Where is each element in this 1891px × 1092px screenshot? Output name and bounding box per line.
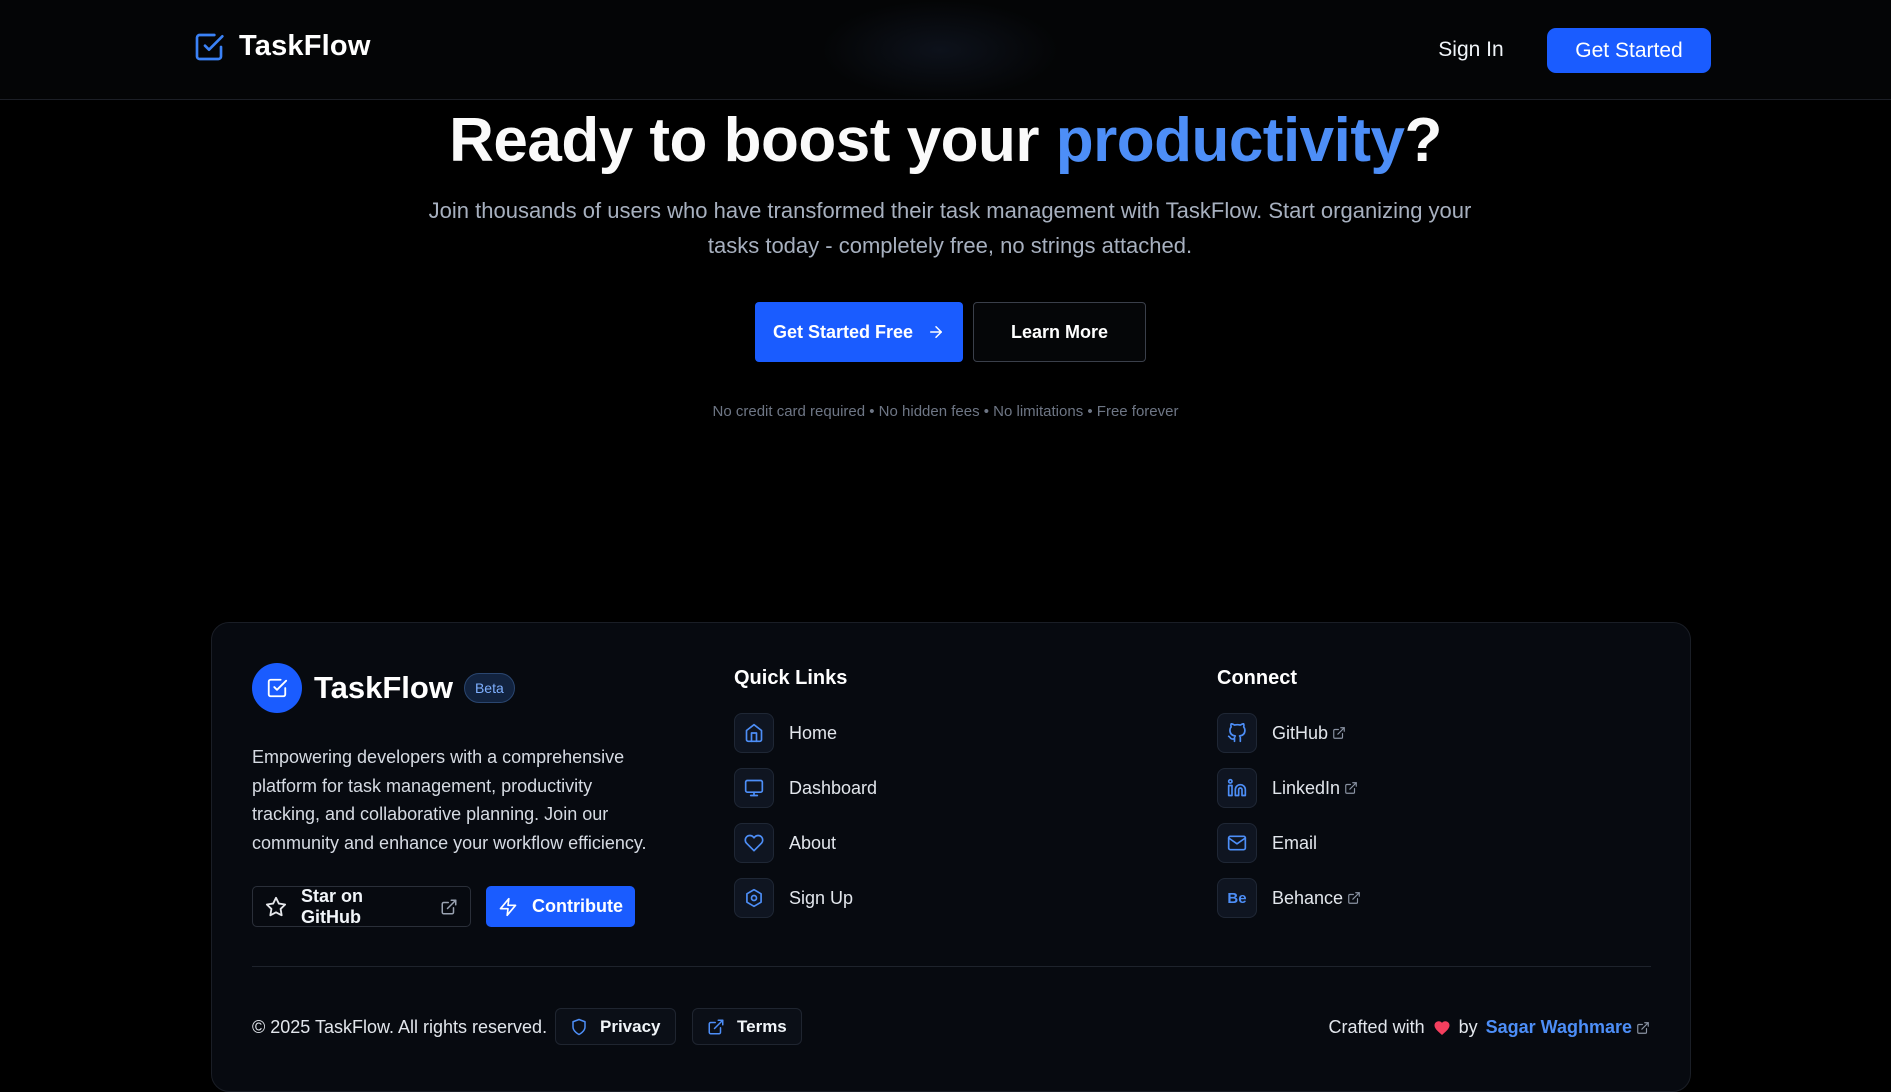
star-icon xyxy=(265,896,287,918)
behance-icon: Be xyxy=(1217,878,1257,918)
connect-list: GitHub LinkedIn Email Be Behance xyxy=(1217,713,1361,933)
beta-badge: Beta xyxy=(463,673,515,703)
external-link-icon xyxy=(1347,891,1361,905)
external-link-icon xyxy=(440,898,458,916)
hero-title-part2: ? xyxy=(1404,106,1443,175)
hero-subtitle: Join thousands of users who have transfo… xyxy=(428,198,1472,258)
contribute-button[interactable]: Contribute xyxy=(486,886,635,927)
shield-icon xyxy=(570,1018,588,1036)
terms-label: Terms xyxy=(737,1016,787,1036)
behance-glyph: Be xyxy=(1227,889,1247,907)
footer-link-about[interactable]: About xyxy=(734,823,877,863)
connect-link-linkedin[interactable]: LinkedIn xyxy=(1217,768,1361,808)
monitor-icon xyxy=(734,768,774,808)
connect-title: Connect xyxy=(1217,667,1297,689)
footer-description: Empowering developers with a comprehensi… xyxy=(252,747,647,853)
by-text: by xyxy=(1458,1017,1478,1037)
footer-link-label: Dashboard xyxy=(789,777,878,798)
connect-link-behance[interactable]: Be Behance xyxy=(1217,878,1361,918)
connect-link-label: Behance xyxy=(1272,887,1344,908)
terms-link[interactable]: Terms xyxy=(692,1008,802,1045)
heart-icon xyxy=(734,823,774,863)
get-started-free-button[interactable]: Get Started Free xyxy=(755,302,963,362)
credit-line: Crafted with by Sagar Waghmare xyxy=(1329,1017,1650,1038)
get-started-free-label: Get Started Free xyxy=(772,321,914,342)
checkbox-logo-icon xyxy=(266,677,288,699)
home-icon xyxy=(734,713,774,753)
footer-link-label: Home xyxy=(789,722,838,743)
connect-link-email[interactable]: Email xyxy=(1217,823,1361,863)
footer-card: TaskFlow Beta Empowering developers with… xyxy=(211,622,1691,1092)
connect-link-label: GitHub xyxy=(1272,722,1329,743)
hero-title: Ready to boost your productivity? xyxy=(0,105,1891,176)
heart-icon xyxy=(1433,1019,1451,1037)
connect-link-label: LinkedIn xyxy=(1272,777,1341,798)
footer-link-dashboard[interactable]: Dashboard xyxy=(734,768,877,808)
footer-logo xyxy=(252,663,302,713)
footer-link-sign-up[interactable]: Sign Up xyxy=(734,878,877,918)
get-started-button[interactable]: Get Started xyxy=(1547,28,1711,73)
hero-title-part1: Ready to boost your xyxy=(449,106,1056,175)
header-glow xyxy=(820,0,1060,100)
footer-link-label: About xyxy=(789,832,837,853)
footer-divider xyxy=(252,966,1651,967)
brand-logo-link[interactable]: TaskFlow xyxy=(193,30,371,63)
checkbox-logo-icon xyxy=(193,31,225,63)
external-link-icon xyxy=(1636,1021,1650,1035)
external-link-icon xyxy=(1332,726,1346,740)
footer-link-label: Sign Up xyxy=(789,887,854,908)
site-header: TaskFlow Sign In Get Started xyxy=(0,0,1891,100)
github-icon xyxy=(1217,713,1257,753)
author-link[interactable]: Sagar Waghmare xyxy=(1486,1017,1632,1038)
connect-link-label: Email xyxy=(1272,832,1318,853)
linkedin-icon xyxy=(1217,768,1257,808)
hero-note: No credit card required • No hidden fees… xyxy=(712,403,1179,420)
settings-icon xyxy=(734,878,774,918)
contribute-label: Contribute xyxy=(532,896,623,916)
footer-brand-name: TaskFlow xyxy=(314,670,453,705)
zap-icon xyxy=(498,897,518,917)
quick-links-title: Quick Links xyxy=(734,667,848,689)
connect-link-github[interactable]: GitHub xyxy=(1217,713,1361,753)
star-on-github-label: Star on GitHub xyxy=(301,885,364,927)
learn-more-button[interactable]: Learn More xyxy=(973,302,1146,362)
brand-name: TaskFlow xyxy=(239,30,371,62)
hero-title-accent: productivity xyxy=(1055,106,1405,175)
sign-in-link[interactable]: Sign In xyxy=(1420,30,1522,70)
star-on-github-button[interactable]: Star on GitHub xyxy=(252,886,471,927)
copyright-text: © 2025 TaskFlow. All rights reserved. xyxy=(252,1017,548,1037)
footer-link-home[interactable]: Home xyxy=(734,713,877,753)
mail-icon xyxy=(1217,823,1257,863)
external-link-icon xyxy=(1344,781,1358,795)
external-link-icon xyxy=(707,1018,725,1036)
quick-links-list: Home Dashboard About Sign Up xyxy=(734,713,877,933)
arrow-right-icon xyxy=(927,323,945,341)
footer-brand: TaskFlow Beta xyxy=(252,663,515,713)
crafted-with-text: Crafted with xyxy=(1328,1017,1425,1037)
privacy-label: Privacy xyxy=(600,1016,661,1036)
privacy-link[interactable]: Privacy xyxy=(555,1008,676,1045)
